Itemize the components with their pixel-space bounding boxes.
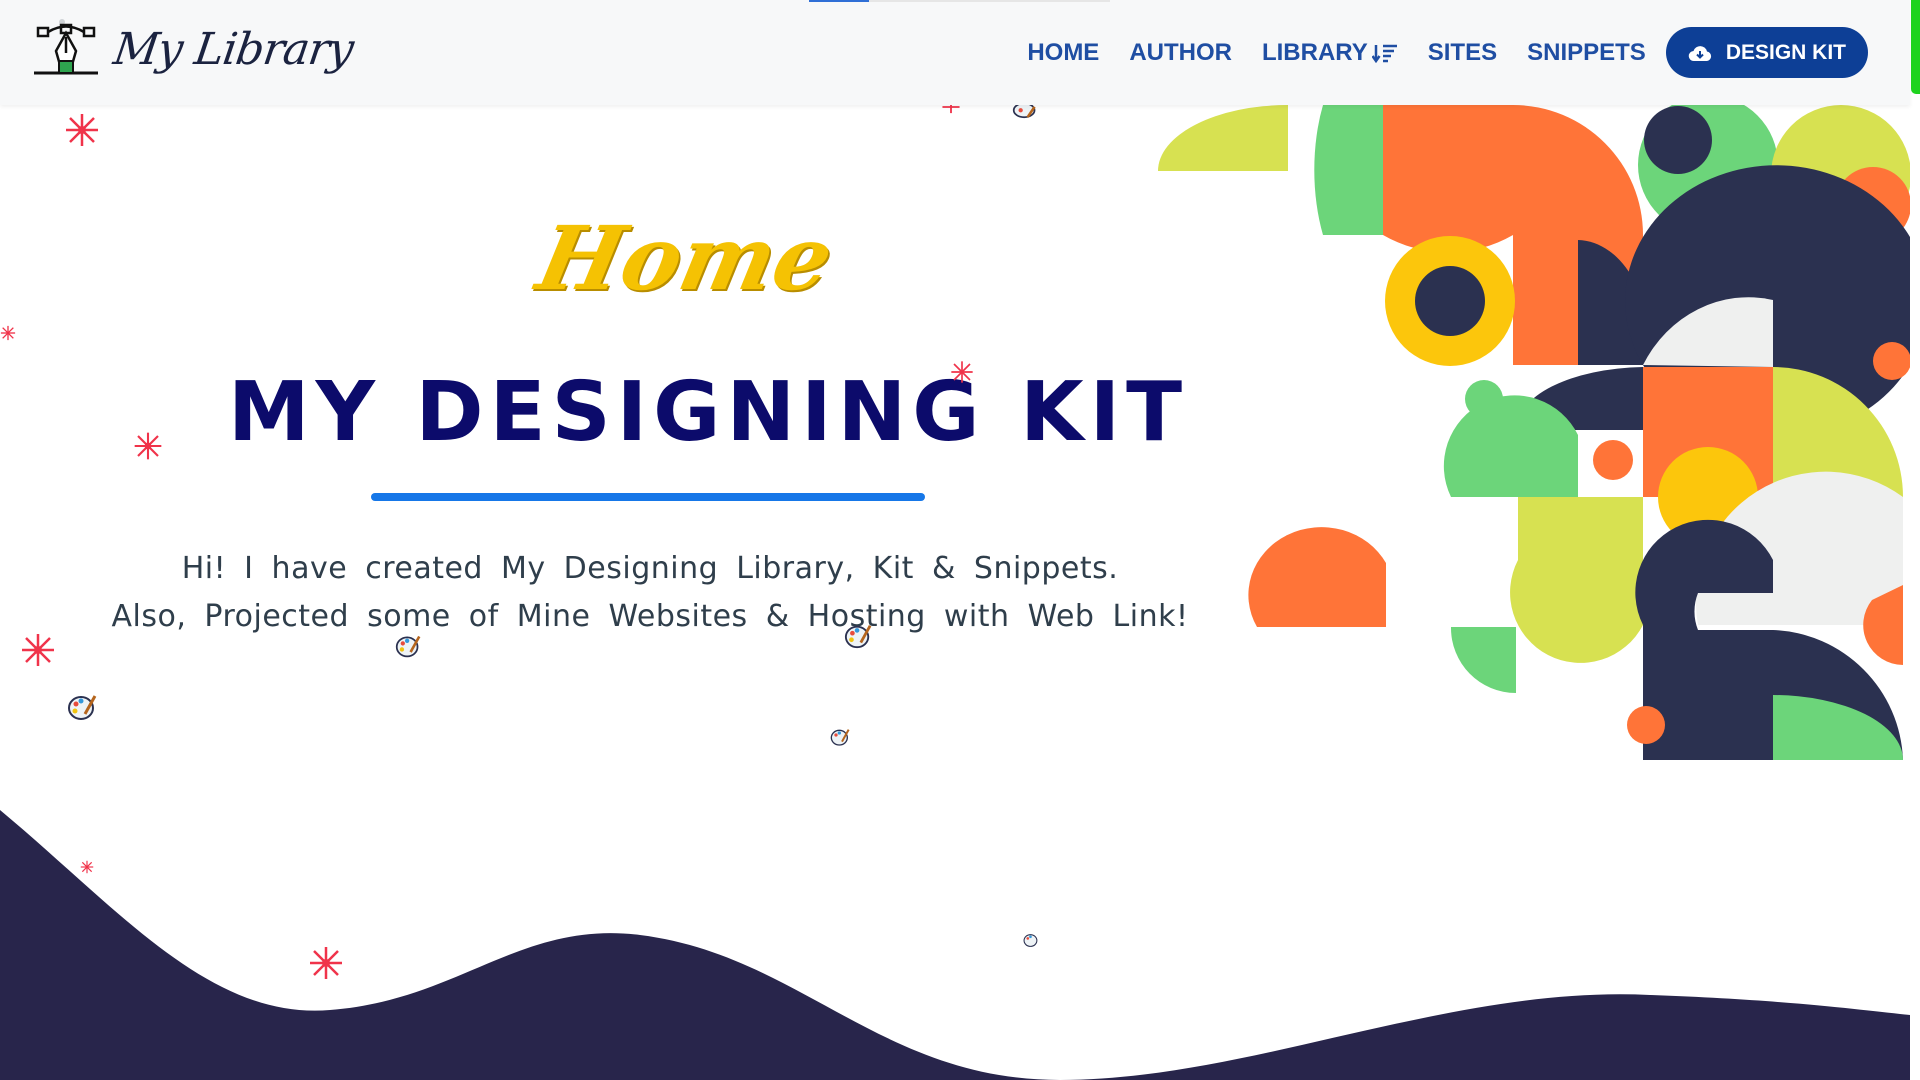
art-palette-icon <box>830 729 850 746</box>
hero-line-1: Hi! I have created My Designing Library,… <box>181 551 1119 586</box>
sparkle-icon <box>310 947 342 979</box>
scroll-indicator <box>1911 0 1920 94</box>
nav-snippets[interactable]: SNIPPETS <box>1527 39 1646 67</box>
nav-sites[interactable]: SITES <box>1428 39 1497 67</box>
sort-icon <box>1371 44 1397 63</box>
design-kit-label: DESIGN KIT <box>1725 40 1846 64</box>
bottom-wave <box>0 810 1910 1080</box>
script-heading: Home <box>528 206 843 310</box>
art-palette-icon <box>1012 105 1036 119</box>
main-nav: HOME AUTHOR LIBRARY SITES SNIPPETS DESIG… <box>1027 27 1868 78</box>
page-progress-bar <box>809 0 1110 2</box>
sparkle-icon <box>134 432 162 460</box>
sparkle-icon <box>80 860 94 874</box>
cloud-download-icon <box>1688 45 1711 61</box>
art-palette-icon <box>68 695 97 720</box>
brand-logo-link[interactable]: My Library <box>32 17 357 81</box>
sparkle-icon <box>951 361 973 383</box>
hero-title: MY DESIGNING KIT <box>228 365 1189 460</box>
nav-author[interactable]: AUTHOR <box>1129 39 1232 67</box>
nav-author-label: AUTHOR <box>1129 38 1232 66</box>
nav-library-label: LIBRARY <box>1261 38 1368 66</box>
design-kit-button[interactable]: DESIGN KIT <box>1665 27 1868 78</box>
nav-home-label: HOME <box>1027 38 1100 66</box>
sparkle-icon <box>66 114 98 146</box>
nav-sites-label: SITES <box>1427 38 1498 66</box>
sparkle-icon <box>0 325 16 341</box>
navbar: My Library HOME AUTHOR LIBRARY SITES SNI… <box>0 0 1910 105</box>
nav-snippets-label: SNIPPETS <box>1527 38 1646 66</box>
pen-tool-icon <box>34 19 98 75</box>
geometric-illustration <box>1158 105 1910 760</box>
art-palette-icon <box>395 635 421 658</box>
hero-description: Hi! I have created My Designing Library,… <box>110 545 1190 641</box>
nav-home[interactable]: HOME <box>1027 39 1099 67</box>
title-underline <box>371 493 925 501</box>
sparkle-icon <box>22 634 54 666</box>
hero-line-2: Also, Projected some of Mine Websites & … <box>111 599 1189 634</box>
brand-name: My Library <box>110 23 357 75</box>
art-palette-icon <box>844 625 872 649</box>
art-palette-icon <box>1023 934 1038 947</box>
nav-library-dropdown[interactable]: LIBRARY <box>1262 39 1398 67</box>
